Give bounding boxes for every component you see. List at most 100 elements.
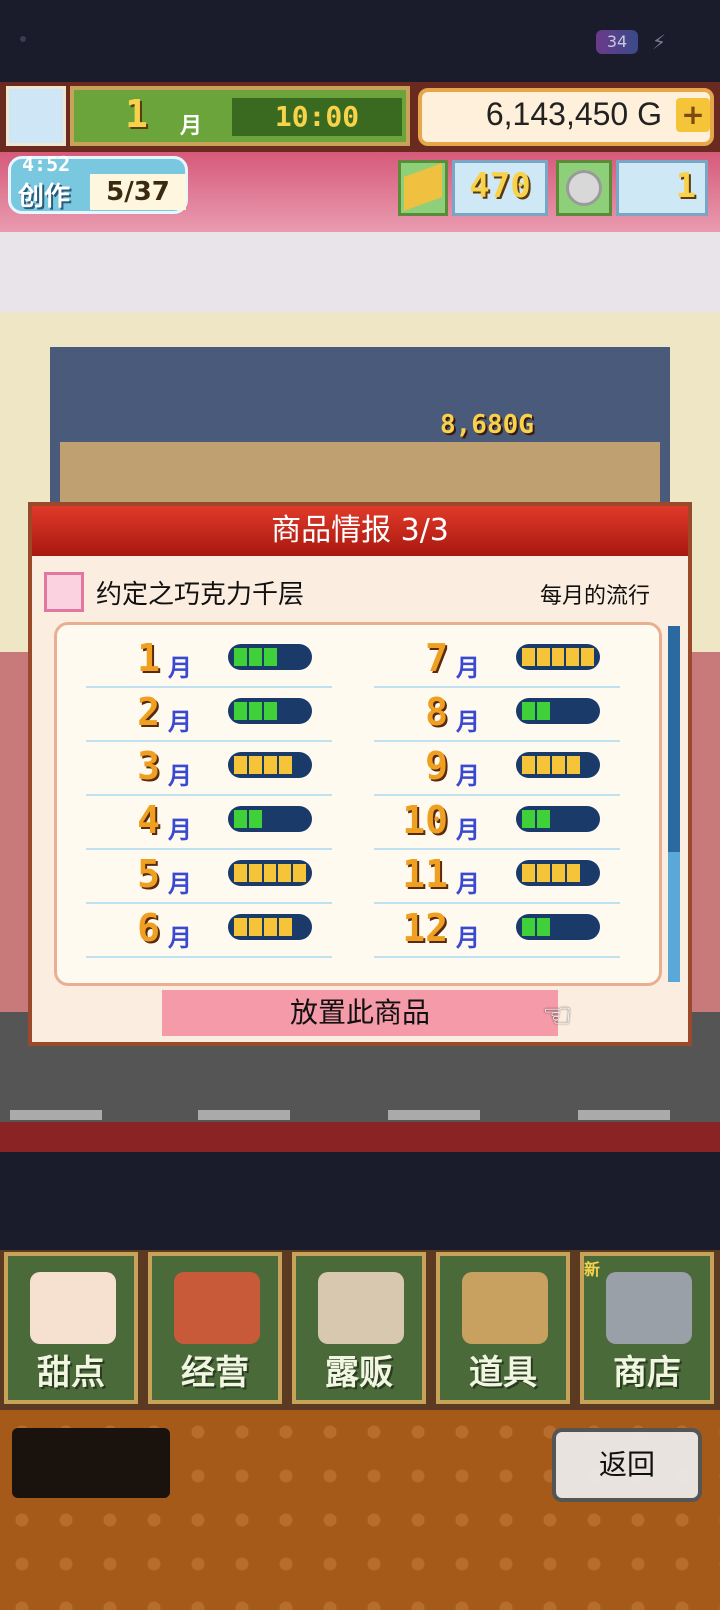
trend-segment xyxy=(248,864,262,882)
trend-bar xyxy=(516,752,600,778)
menu-manage-button[interactable]: 经营 xyxy=(148,1252,282,1404)
month-row: 1月 xyxy=(86,632,332,688)
product-name: 约定之巧克力千层 xyxy=(96,580,305,610)
month-number: 6 xyxy=(137,906,160,950)
trend-label: 每月的流行 xyxy=(540,584,651,609)
trend-bar xyxy=(516,644,600,670)
coin-count: 1 xyxy=(675,166,696,206)
menu-street-stall-button[interactable]: 露贩 xyxy=(292,1252,426,1404)
month-row: 11 月 xyxy=(374,848,620,904)
cake-icon xyxy=(44,572,84,612)
trend-segment xyxy=(537,918,550,936)
trend-bar xyxy=(228,806,312,832)
food-truck-icon xyxy=(318,1272,404,1344)
trend-segment xyxy=(263,864,277,882)
back-button[interactable]: 返回 xyxy=(552,1428,702,1502)
cart-icon xyxy=(606,1272,692,1344)
trend-segment xyxy=(551,648,565,666)
month-unit: 月 xyxy=(168,762,192,790)
trend-segment xyxy=(522,702,535,720)
month-unit: 月 xyxy=(456,708,480,736)
month-number: 8 xyxy=(425,690,448,734)
scrollbar-thumb[interactable] xyxy=(668,626,680,852)
month-number: 1 xyxy=(137,636,160,680)
trend-segment xyxy=(234,648,247,666)
trend-segment xyxy=(537,810,550,828)
road-dash xyxy=(388,1110,480,1120)
trend-segment xyxy=(522,810,535,828)
road-dash xyxy=(578,1110,670,1120)
shop-icon xyxy=(174,1272,260,1344)
trend-segment xyxy=(249,810,262,828)
trend-segment xyxy=(567,756,580,774)
create-count: 5/37 xyxy=(90,174,186,210)
month-row: 6月 xyxy=(86,902,332,958)
month-row: 3月 xyxy=(86,740,332,796)
current-time: 10:00 xyxy=(274,100,360,133)
month-row: 10 月 xyxy=(374,794,620,850)
trend-segment xyxy=(234,810,247,828)
month-unit: 月 xyxy=(168,816,192,844)
trend-segment xyxy=(537,702,550,720)
trend-bar xyxy=(228,644,312,670)
trend-segment xyxy=(552,864,565,882)
month-unit: 月 xyxy=(456,924,480,952)
gear-bag-icon xyxy=(462,1272,548,1344)
month-unit: 月 xyxy=(168,654,192,682)
ticket-count: 470 xyxy=(469,166,531,206)
snowman-avatar-icon[interactable] xyxy=(6,86,66,146)
trend-segment xyxy=(279,918,292,936)
road-dash xyxy=(10,1110,102,1120)
create-timer: 4:52 xyxy=(22,152,71,176)
month-number: 9 xyxy=(425,744,448,788)
trend-segment xyxy=(552,756,565,774)
trend-bar xyxy=(516,698,600,724)
pointing-hand-icon: ☜ xyxy=(542,996,573,1036)
camera-dot xyxy=(20,36,26,42)
trend-segment xyxy=(293,864,306,882)
trend-segment xyxy=(522,918,535,936)
month-row: 7月 xyxy=(374,632,620,688)
trend-segment xyxy=(567,864,580,882)
trend-bar xyxy=(228,698,312,724)
menu-dessert-button[interactable]: 甜点 xyxy=(4,1252,138,1404)
month-row: 5月 xyxy=(86,848,332,904)
month-row: 4月 xyxy=(86,794,332,850)
trend-segment xyxy=(522,756,535,774)
month-row: 2月 xyxy=(86,686,332,742)
month-unit: 月 xyxy=(456,762,480,790)
trend-segment xyxy=(249,702,262,720)
trend-segment xyxy=(264,918,277,936)
trend-segment xyxy=(264,648,277,666)
trend-segment xyxy=(537,756,550,774)
trend-segment xyxy=(537,864,550,882)
counter xyxy=(60,442,660,502)
trend-segment xyxy=(264,702,277,720)
menu-label: 经营 xyxy=(181,1353,249,1393)
month-unit: 月 xyxy=(456,816,480,844)
menu-store-button[interactable]: 商店 xyxy=(580,1252,714,1404)
month-row: 8月 xyxy=(374,686,620,742)
add-gold-button[interactable]: + xyxy=(676,98,710,132)
charging-icon: ⚡ xyxy=(652,30,667,54)
menu-label: 商店 xyxy=(613,1353,681,1393)
menu-label: 甜点 xyxy=(37,1353,105,1393)
trend-segment xyxy=(522,864,535,882)
trend-segment xyxy=(249,648,262,666)
month-unit: 月 xyxy=(168,870,192,898)
month-unit: 月 xyxy=(168,708,192,736)
menu-items-button[interactable]: 道具 xyxy=(436,1252,570,1404)
battery-icon: 34 xyxy=(596,30,638,54)
trend-bar xyxy=(228,860,312,886)
menu-label: 道具 xyxy=(469,1353,537,1393)
trend-segment xyxy=(234,756,247,774)
current-month-unit: 月 xyxy=(180,114,203,139)
current-month: 1 xyxy=(125,92,148,136)
place-product-button[interactable]: 放置此商品 xyxy=(162,990,558,1036)
trend-segment xyxy=(264,756,277,774)
month-unit: 月 xyxy=(456,654,480,682)
month-number: 12 xyxy=(402,906,448,950)
red-carpet xyxy=(0,1122,720,1152)
trend-bar xyxy=(516,806,600,832)
empty-slot xyxy=(12,1428,170,1498)
